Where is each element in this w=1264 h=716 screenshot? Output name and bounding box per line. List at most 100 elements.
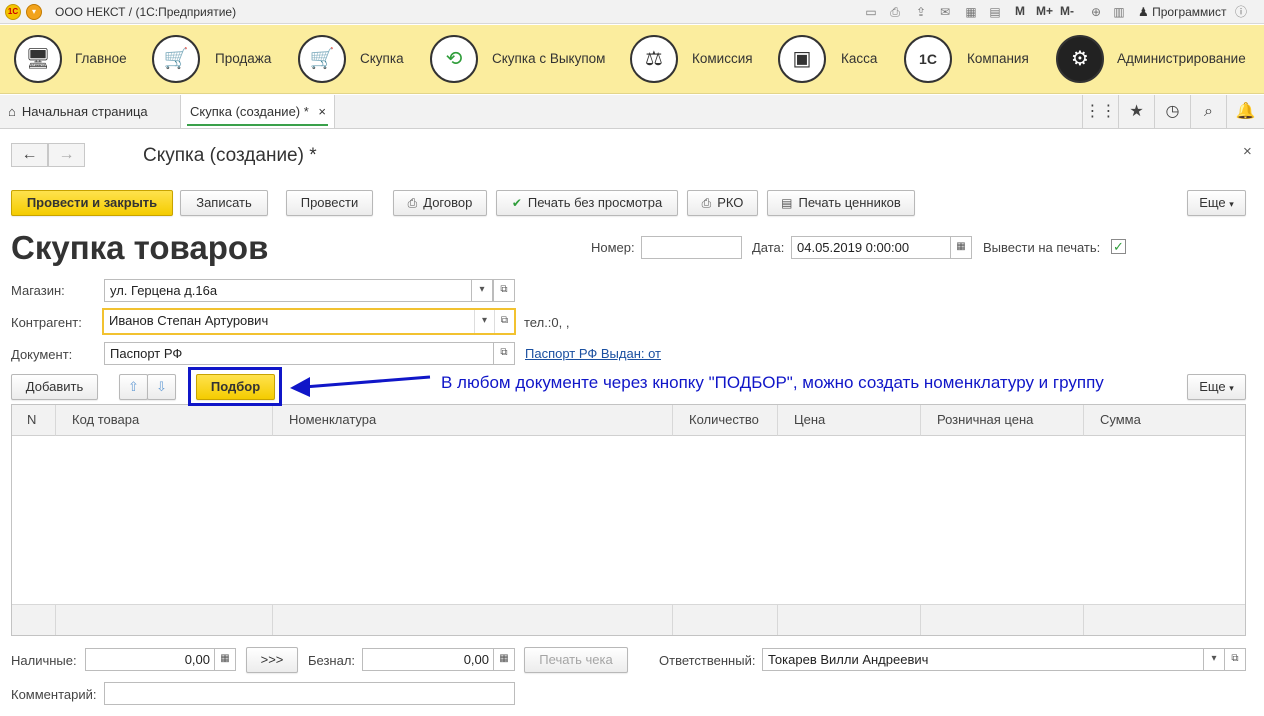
shop-open-icon[interactable]: ⧉: [493, 279, 515, 302]
table-footer-cell: [12, 604, 56, 635]
tab-active-indicator: [187, 124, 328, 126]
column-header[interactable]: Код товара: [56, 405, 273, 436]
dropdown-arrow-icon: ▾: [1229, 199, 1234, 209]
print-icon: ⎙: [407, 196, 418, 210]
more-label: Еще: [1199, 195, 1226, 210]
document-field[interactable]: Паспорт РФ: [104, 342, 494, 365]
notifications-bell-icon[interactable]: 🔔: [1226, 95, 1264, 129]
memory-button[interactable]: M: [1015, 4, 1025, 18]
shop-label: Магазин:: [11, 283, 65, 298]
passport-details-link[interactable]: Паспорт РФ Выдан: от: [525, 346, 661, 361]
back-button[interactable]: ←: [11, 143, 48, 167]
title-bar: 1С ▾ ООО НЕКСТ / (1С:Предприятие) ▭ ⎙ ⇪ …: [0, 0, 1264, 24]
1c-logo-icon: 1С: [904, 35, 952, 83]
date-field[interactable]: 04.05.2019 0:00:00: [791, 236, 951, 259]
section-label: Комиссия: [692, 51, 753, 66]
favorites-star-icon[interactable]: ★: [1118, 95, 1154, 129]
print-no-preview-button[interactable]: ✔ Печать без просмотра: [496, 190, 678, 216]
print-on-post-label: Вывести на печать:: [983, 240, 1101, 255]
save-icon[interactable]: ▭: [862, 3, 880, 21]
cash-register-icon: ▣: [778, 35, 826, 83]
print-price-tags-button[interactable]: ▤ Печать ценников: [767, 190, 915, 216]
cash-calculator-icon[interactable]: ▦: [214, 648, 236, 671]
history-icon[interactable]: ◷: [1154, 95, 1190, 129]
cashless-field[interactable]: 0,00: [362, 648, 494, 671]
column-header[interactable]: Номенклатура: [273, 405, 673, 436]
print-no-preview-label: Печать без просмотра: [527, 195, 663, 210]
post-and-close-button[interactable]: Провести и закрыть: [11, 190, 173, 216]
print-on-post-checkbox[interactable]: ✓: [1111, 239, 1126, 254]
arrow-down-icon: ⇩: [156, 379, 167, 394]
responsible-field[interactable]: Токарев Вилли Андреевич: [762, 648, 1204, 671]
responsible-dropdown-icon[interactable]: ▾: [1203, 648, 1225, 671]
cash-label: Наличные:: [11, 653, 77, 668]
user-label: Программист: [1152, 5, 1227, 19]
number-field[interactable]: [641, 236, 742, 259]
tab-active-label: Скупка (создание) *: [190, 104, 309, 119]
memory-minus-button[interactable]: M-: [1060, 4, 1074, 18]
send-icon[interactable]: ✉: [936, 3, 954, 21]
table-footer-cell: [273, 604, 673, 635]
document-open-icon[interactable]: ⧉: [493, 342, 515, 365]
calculator-icon[interactable]: ▦: [962, 3, 980, 21]
user-name[interactable]: ♟ Программист: [1138, 5, 1227, 19]
counterparty-dropdown-icon[interactable]: ▾: [474, 310, 494, 333]
column-header[interactable]: Сумма: [1084, 405, 1245, 436]
main-menu-button[interactable]: ▾: [26, 4, 42, 20]
cash-field[interactable]: 0,00: [85, 648, 215, 671]
move-down-button[interactable]: ⇩: [147, 374, 176, 400]
section-label: Скупка: [360, 51, 404, 66]
table-footer-cell: [1084, 604, 1245, 635]
move-up-button[interactable]: ⇧: [119, 374, 148, 400]
document-icon: ▤: [781, 196, 793, 210]
add-row-button[interactable]: Добавить: [11, 374, 98, 400]
rko-button[interactable]: ⎙ РКО: [687, 190, 758, 216]
panels-icon[interactable]: ▥: [1110, 3, 1128, 21]
memory-plus-button[interactable]: M+: [1036, 4, 1053, 18]
column-header[interactable]: Цена: [778, 405, 921, 436]
forward-button[interactable]: →: [48, 143, 85, 167]
table-more-label: Еще: [1199, 379, 1226, 394]
arrow-up-icon: ⇧: [128, 379, 139, 394]
contract-button[interactable]: ⎙ Договор: [393, 190, 487, 216]
attach-icon[interactable]: ⇪: [912, 3, 930, 21]
close-form-icon[interactable]: ×: [1243, 143, 1252, 160]
responsible-open-icon[interactable]: ⧉: [1224, 648, 1246, 671]
print-receipt-button[interactable]: Печать чека: [524, 647, 628, 673]
arrow-left-icon: ←: [21, 146, 38, 163]
number-label: Номер:: [591, 240, 635, 255]
print-icon: ⎙: [701, 196, 712, 210]
save-button[interactable]: Записать: [180, 190, 268, 216]
document-heading: Скупка товаров: [11, 229, 269, 266]
column-header[interactable]: Количество: [673, 405, 778, 436]
app-title: ООО НЕКСТ / (1С:Предприятие): [55, 5, 237, 19]
more-button[interactable]: Еще ▾: [1187, 190, 1246, 216]
tab-home[interactable]: ⌂ Начальная страница: [8, 95, 178, 128]
section-label: Касса: [841, 51, 878, 66]
transfer-button[interactable]: >>>: [246, 647, 298, 673]
shop-dropdown-icon[interactable]: ▾: [471, 279, 493, 302]
zoom-icon[interactable]: ⊕: [1087, 3, 1105, 21]
cart-up-icon: 🛒: [152, 35, 200, 83]
comment-field[interactable]: [104, 682, 515, 705]
tab-buyout-create[interactable]: Скупка (создание) * ×: [180, 95, 335, 128]
apps-grid-icon[interactable]: ⋮⋮: [1082, 95, 1118, 129]
calendar-icon[interactable]: ▦: [950, 236, 972, 259]
column-header[interactable]: Розничная цена: [921, 405, 1084, 436]
search-icon[interactable]: ⌕: [1190, 95, 1226, 129]
form-title: Скупка (создание) *: [143, 145, 317, 166]
responsible-label: Ответственный:: [659, 653, 756, 668]
goods-table[interactable]: N Код товара Номенклатура Количество Цен…: [11, 404, 1246, 636]
counterparty-field[interactable]: Иванов Степан Артурович ▾ ⧉: [102, 308, 516, 335]
column-header[interactable]: N: [12, 405, 56, 436]
cashless-calculator-icon[interactable]: ▦: [493, 648, 515, 671]
calendar-icon[interactable]: ▤: [986, 3, 1004, 21]
print-icon[interactable]: ⎙: [886, 3, 904, 21]
post-button[interactable]: Провести: [286, 190, 373, 216]
table-more-button[interactable]: Еще ▾: [1187, 374, 1246, 400]
shop-field[interactable]: ул. Герцена д.16а: [104, 279, 472, 302]
table-footer-cell: [778, 604, 921, 635]
print-prices-label: Печать ценников: [798, 195, 901, 210]
counterparty-open-icon[interactable]: ⧉: [494, 310, 514, 333]
info-icon[interactable]: ⓘ: [1232, 3, 1250, 21]
